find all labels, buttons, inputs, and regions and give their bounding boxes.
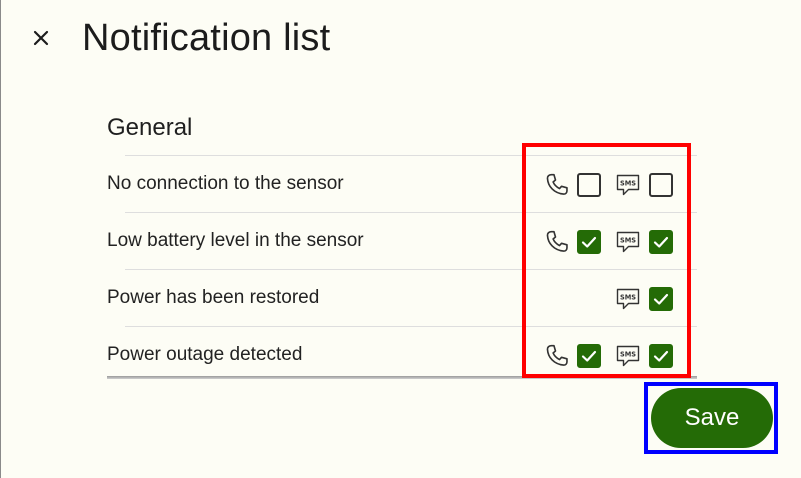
phone-icon — [546, 173, 568, 195]
check-icon — [653, 350, 669, 362]
sms-icon: SMS — [616, 288, 640, 310]
notification-label: Power outage detected — [107, 344, 303, 365]
page-title: Notification list — [82, 17, 331, 59]
svg-text:SMS: SMS — [620, 237, 636, 245]
list-bottom-divider — [107, 376, 697, 379]
sms-icon: SMS — [616, 174, 640, 196]
close-icon — [33, 30, 49, 46]
phone-icon — [546, 344, 568, 366]
check-icon — [653, 236, 669, 248]
sms-checkbox[interactable] — [649, 173, 673, 197]
sms-checkbox[interactable] — [649, 287, 673, 311]
phone-checkbox[interactable] — [577, 173, 601, 197]
svg-text:SMS: SMS — [620, 351, 636, 359]
check-icon — [581, 236, 597, 248]
sms-icon: SMS — [616, 231, 640, 253]
svg-text:SMS: SMS — [620, 180, 636, 188]
section-title-general: General — [107, 114, 193, 141]
svg-text:SMS: SMS — [620, 294, 636, 302]
check-icon — [581, 350, 597, 362]
phone-checkbox[interactable] — [577, 344, 601, 368]
check-icon — [653, 293, 669, 305]
save-button[interactable]: Save — [651, 388, 773, 448]
sms-icon: SMS — [616, 345, 640, 367]
notification-row: No connection to the sensor SMS — [107, 155, 697, 212]
notification-list: No connection to the sensor SMS Low batt… — [107, 155, 697, 383]
phone-icon — [546, 230, 568, 252]
notification-label: Low battery level in the sensor — [107, 230, 364, 251]
notification-label: No connection to the sensor — [107, 173, 344, 194]
sms-checkbox[interactable] — [649, 344, 673, 368]
close-button[interactable] — [29, 26, 53, 50]
sms-checkbox[interactable] — [649, 230, 673, 254]
notification-row: Power has been restored SMS — [107, 269, 697, 326]
notification-row: Low battery level in the sensor SMS — [107, 212, 697, 269]
phone-checkbox[interactable] — [577, 230, 601, 254]
notification-label: Power has been restored — [107, 287, 320, 308]
notification-row: Power outage detected SMS — [107, 326, 697, 383]
